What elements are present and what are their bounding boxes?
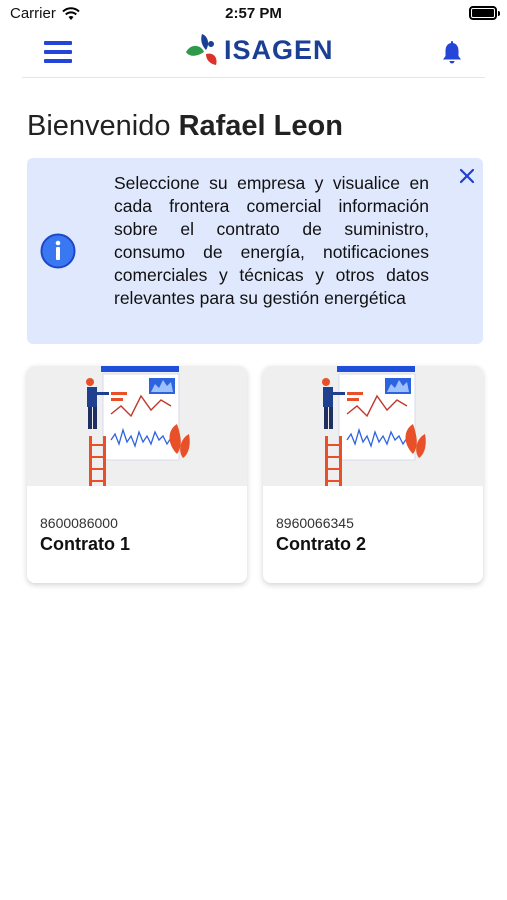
info-banner: Seleccione su empresa y visualice en cad…	[27, 158, 483, 344]
contract-title: Contrato 1	[40, 534, 130, 554]
contract-illustration	[263, 366, 483, 486]
contract-title: Contrato 2	[276, 534, 366, 554]
notification-bell-icon[interactable]	[439, 40, 465, 66]
status-time: 2:57 PM	[225, 5, 282, 22]
hamburger-menu-icon[interactable]	[44, 41, 72, 63]
contract-id: 8600086000	[40, 515, 118, 531]
analytics-illustration-icon	[322, 366, 426, 486]
brand-name: ISAGEN	[224, 34, 334, 65]
welcome-heading: Bienvenido Rafael Leon	[27, 110, 343, 143]
contract-illustration	[27, 366, 247, 486]
info-icon	[40, 233, 76, 269]
isagen-logo: ISAGEN	[184, 32, 334, 68]
welcome-user-name: Rafael Leon	[178, 110, 343, 142]
status-bar: Carrier 2:57 PM	[0, 0, 507, 28]
contract-id: 8960066345	[276, 515, 354, 531]
contract-card-1[interactable]: 8600086000 Contrato 1	[27, 366, 247, 583]
close-icon[interactable]	[457, 166, 477, 186]
app-header: ISAGEN	[22, 30, 485, 78]
logo-mark-icon	[186, 34, 217, 65]
welcome-greeting: Bienvenido	[27, 110, 171, 142]
contract-card-2[interactable]: 8960066345 Contrato 2	[263, 366, 483, 583]
battery-icon	[469, 6, 500, 20]
analytics-illustration-icon	[86, 366, 190, 486]
info-banner-text: Seleccione su empresa y visualice en cad…	[114, 173, 429, 308]
